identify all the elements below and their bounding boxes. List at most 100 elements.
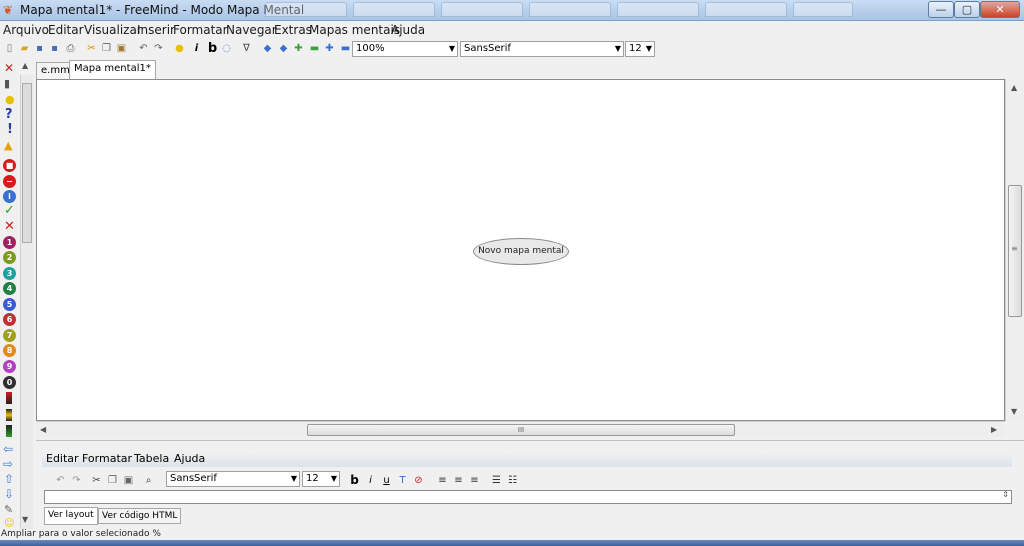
italic-icon[interactable]: i — [190, 42, 203, 55]
horizontal-scrollbar[interactable]: ◀ III ▶ — [36, 421, 1005, 437]
editor-size-select[interactable]: 12 ▼ — [302, 471, 340, 487]
node-add-icon[interactable]: ✚ — [292, 42, 305, 55]
menu-extras[interactable]: Extras — [274, 23, 312, 37]
stop-icon[interactable]: ■ — [3, 159, 16, 172]
numbered-list-icon[interactable]: ☷ — [506, 474, 519, 487]
editor-menu-editar[interactable]: Editar — [46, 452, 79, 465]
editor-font-select[interactable]: SansSerif ▼ — [166, 471, 300, 487]
scroll-right-arrow-icon[interactable]: ▶ — [991, 425, 997, 434]
priority-4-icon[interactable]: 4 — [3, 282, 16, 295]
editor-menu-formatar[interactable]: Formatar — [82, 452, 132, 465]
close-button[interactable]: ✕ — [980, 1, 1020, 18]
print-icon[interactable]: ⎙ — [64, 42, 77, 55]
arrow-right-icon[interactable]: ◆ — [277, 42, 290, 55]
icon-palette-scrollbar[interactable] — [20, 75, 33, 529]
italic-icon[interactable]: i — [364, 474, 377, 487]
clear-format-icon[interactable]: ⊘ — [412, 474, 425, 487]
arrow-left-icon[interactable]: ◆ — [261, 42, 274, 55]
tab-ver-layout[interactable]: Ver layout — [44, 507, 98, 525]
arrow-up-icon[interactable]: ⇧ — [4, 472, 14, 486]
bullet-list-icon[interactable]: ☰ — [490, 474, 503, 487]
text-color-icon[interactable]: T — [396, 474, 409, 487]
node-remove-icon[interactable]: ▬ — [308, 42, 321, 55]
arrow-down-icon[interactable]: ⇩ — [4, 487, 14, 501]
scroll-left-arrow-icon[interactable]: ◀ — [40, 425, 46, 434]
smiley-icon[interactable]: ☺ — [4, 518, 14, 529]
priority-8-icon[interactable]: 8 — [3, 344, 16, 357]
lightbulb-icon[interactable]: ● — [173, 42, 186, 55]
cloud-icon[interactable]: ◌ — [220, 42, 233, 55]
info-icon[interactable]: i — [3, 190, 16, 203]
bold-icon[interactable]: b — [206, 42, 219, 55]
zoom-in-icon[interactable]: ✚ — [323, 42, 336, 55]
cross-icon[interactable]: ✕ — [4, 219, 15, 234]
priority-2-icon[interactable]: 2 — [3, 251, 16, 264]
redo-icon[interactable]: ↷ — [70, 474, 83, 487]
priority-0-icon[interactable]: 0 — [3, 376, 16, 389]
paste-icon[interactable]: ▣ — [115, 42, 128, 55]
note-text-area[interactable]: ⇕ — [44, 490, 1012, 504]
menu-navegar[interactable]: Navegar — [226, 23, 277, 37]
font-size-select[interactable]: 12 ▼ — [625, 41, 655, 57]
pencil-icon[interactable]: ✎ — [4, 503, 13, 516]
vertical-scrollbar[interactable]: ▲ ≡ ▼ — [1005, 79, 1024, 421]
align-center-icon[interactable]: ≡ — [452, 474, 465, 487]
scroll-down-icon[interactable]: ▼ — [22, 515, 28, 524]
priority-3-icon[interactable]: 3 — [3, 267, 16, 280]
scroll-up-arrow-icon[interactable]: ▲ — [1011, 83, 1017, 92]
menu-formatar[interactable]: Formatar — [173, 23, 228, 37]
mind-map-canvas[interactable]: Novo mapa mental — [36, 79, 1005, 421]
undo-icon[interactable]: ↶ — [137, 42, 150, 55]
vertical-scroll-thumb[interactable]: ≡ — [1008, 185, 1022, 317]
zoom-out-icon[interactable]: ▬ — [339, 42, 352, 55]
paste-icon[interactable]: ▣ — [122, 474, 135, 487]
arrow-back-icon[interactable]: ⇦ — [3, 442, 13, 456]
question-icon[interactable]: ? — [5, 107, 13, 122]
warning-icon[interactable]: ▲ — [4, 139, 12, 152]
traffic-light-green-icon[interactable] — [6, 425, 12, 437]
underline-icon[interactable]: u — [380, 474, 393, 487]
traffic-light-red-icon[interactable] — [6, 392, 12, 404]
horizontal-scroll-thumb[interactable]: III — [307, 424, 735, 436]
priority-5-icon[interactable]: 5 — [3, 298, 16, 311]
spinner-icon[interactable]: ⇕ — [1002, 490, 1009, 499]
scroll-up-icon[interactable]: ▲ — [22, 61, 28, 70]
save-icon[interactable]: ▪ — [33, 42, 46, 55]
idea-icon[interactable]: ● — [5, 93, 15, 106]
editor-menu-ajuda[interactable]: Ajuda — [174, 452, 205, 465]
root-node[interactable]: Novo mapa mental — [473, 238, 569, 265]
menu-editar[interactable]: Editar — [48, 23, 84, 37]
align-right-icon[interactable]: ≡ — [468, 474, 481, 487]
copy-icon[interactable]: ❐ — [100, 42, 113, 55]
undo-icon[interactable]: ↶ — [54, 474, 67, 487]
save-as-icon[interactable]: ▪ — [48, 42, 61, 55]
check-icon[interactable]: ✓ — [4, 203, 15, 218]
menu-visualizar[interactable]: Visualizar — [84, 23, 142, 37]
menu-inserir[interactable]: Inserir — [137, 23, 175, 37]
bold-icon[interactable]: b — [348, 474, 361, 487]
find-icon[interactable]: ⌕ — [142, 474, 155, 487]
trash-icon[interactable]: ▮ — [4, 77, 10, 90]
tab-mapa-mental1[interactable]: Mapa mental1* — [69, 60, 156, 79]
redo-icon[interactable]: ↷ — [152, 42, 165, 55]
minimize-button[interactable]: — — [928, 1, 954, 18]
cut-icon[interactable]: ✂ — [85, 42, 98, 55]
priority-1-icon[interactable]: 1 — [3, 236, 16, 249]
copy-icon[interactable]: ❐ — [106, 474, 119, 487]
open-folder-icon[interactable]: ▰ — [18, 42, 31, 55]
menu-ajuda[interactable]: Ajuda — [391, 23, 425, 37]
font-select[interactable]: SansSerif ▼ — [460, 41, 624, 57]
icon-palette-scroll-thumb[interactable] — [22, 83, 32, 243]
cut-icon[interactable]: ✂ — [90, 474, 103, 487]
priority-7-icon[interactable]: 7 — [3, 329, 16, 342]
scroll-down-arrow-icon[interactable]: ▼ — [1011, 407, 1017, 416]
remove-icon-icon[interactable]: ✕ — [4, 61, 14, 75]
zoom-select[interactable]: 100% ▼ — [352, 41, 458, 57]
maximize-button[interactable]: ▢ — [954, 1, 980, 18]
editor-menu-tabela[interactable]: Tabela — [134, 452, 169, 465]
filter-icon[interactable]: ∇ — [240, 42, 253, 55]
priority-6-icon[interactable]: 6 — [3, 313, 16, 326]
menu-mapas-mentais[interactable]: Mapas mentais — [309, 23, 400, 37]
menu-arquivo[interactable]: Arquivo — [3, 23, 49, 37]
no-entry-icon[interactable]: − — [3, 175, 16, 188]
